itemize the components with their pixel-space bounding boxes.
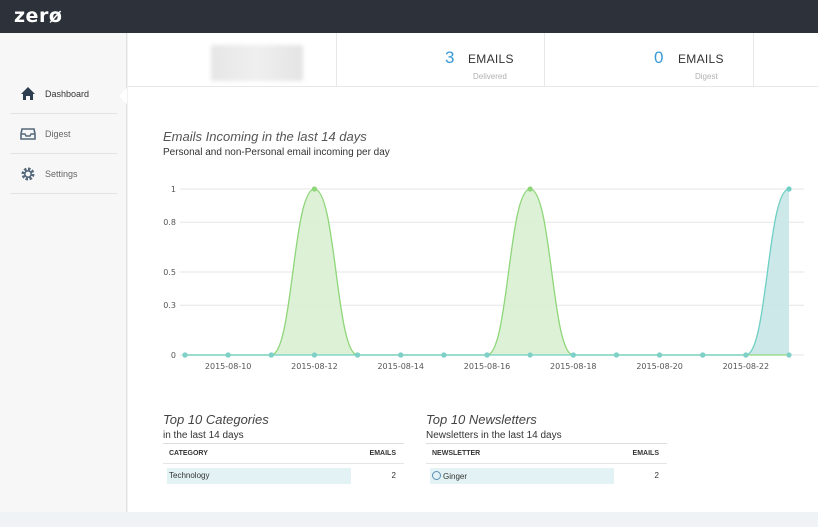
newsletter-name-cell: Ginger — [432, 471, 467, 481]
y-tick-label: 0.8 — [163, 218, 176, 227]
inbox-icon — [20, 126, 36, 142]
column-header: EMAILS — [632, 450, 659, 457]
stats-bar: 3 EMAILS Delivered 0 EMAILS Digest — [128, 33, 818, 87]
x-tick-label: 2015-08-18 — [550, 362, 597, 371]
data-point — [398, 352, 404, 358]
newsletter-count: 2 — [654, 471, 659, 480]
y-tick-label: 0.5 — [163, 268, 176, 277]
sidebar-item-settings[interactable]: Settings — [10, 154, 117, 194]
x-tick-label: 2015-08-12 — [291, 362, 338, 371]
category-count: 2 — [391, 471, 396, 480]
active-indicator — [119, 88, 127, 104]
home-icon — [20, 86, 36, 102]
table-header: NEWSLETTER EMAILS — [426, 444, 667, 464]
stat-value: 3 — [445, 48, 455, 67]
data-point — [700, 352, 706, 358]
globe-icon — [432, 471, 441, 480]
data-point — [225, 352, 231, 358]
newsletters-table: NEWSLETTER EMAILS Ginger 2 — [426, 443, 667, 488]
data-point — [743, 352, 749, 358]
sidebar-item-label: Dashboard — [45, 88, 90, 99]
data-point — [268, 352, 274, 358]
table-row[interactable]: Technology 2 — [163, 464, 404, 488]
x-tick-label: 2015-08-22 — [723, 362, 770, 371]
stat-sublabel: Delivered — [473, 72, 507, 81]
stat-digest[interactable]: 0 EMAILS Digest — [545, 33, 754, 87]
sidebar: Dashboard Digest Settings — [0, 33, 127, 512]
app-logo[interactable]: zerø — [14, 5, 62, 27]
data-point — [484, 352, 490, 358]
data-point — [182, 352, 188, 358]
sidebar-item-label: Digest — [45, 128, 71, 139]
stat-sublabel: Digest — [695, 72, 718, 81]
data-point — [527, 186, 533, 192]
gear-icon — [20, 166, 36, 182]
x-tick-label: 2015-08-16 — [464, 362, 511, 371]
data-point — [441, 352, 447, 358]
table-header: CATEGORY EMAILS — [163, 444, 404, 464]
stat-label: EMAILS — [468, 52, 514, 66]
categories-title: Top 10 Categories — [163, 412, 269, 427]
sidebar-item-dashboard[interactable]: Dashboard — [10, 74, 117, 114]
newsletters-subtitle: Newsletters in the last 14 days — [426, 430, 562, 441]
x-tick-label: 2015-08-14 — [377, 362, 424, 371]
y-tick-label: 0.3 — [163, 301, 176, 310]
x-tick-label: 2015-08-10 — [205, 362, 252, 371]
y-tick-label: 0 — [171, 351, 176, 360]
top-bar: zerø — [0, 0, 818, 33]
x-tick-label: 2015-08-20 — [636, 362, 683, 371]
categories-table: CATEGORY EMAILS Technology 2 — [163, 443, 404, 488]
stat-label: EMAILS — [678, 52, 724, 66]
stat-value: 0 — [654, 48, 664, 67]
chart-title: Emails Incoming in the last 14 days — [163, 129, 367, 144]
stat-delivered[interactable]: 3 EMAILS Delivered — [337, 33, 545, 87]
newsletter-name: Ginger — [443, 472, 468, 481]
incoming-emails-chart: 0 0.3 0.5 0.8 1 2015-08-10 2015-08-12 2015-08-1… — [163, 185, 804, 371]
data-point — [311, 186, 318, 192]
data-point — [570, 352, 576, 358]
chart-subtitle: Personal and non-Personal email incoming… — [163, 147, 390, 158]
data-point — [354, 352, 361, 358]
categories-subtitle: in the last 14 days — [163, 430, 244, 441]
column-header: CATEGORY — [169, 450, 208, 457]
account-cell — [128, 33, 337, 87]
data-point — [311, 352, 318, 358]
data-point — [786, 186, 792, 192]
data-point — [527, 352, 533, 358]
column-header: EMAILS — [369, 450, 396, 457]
blurred-account-image — [211, 45, 303, 81]
newsletters-title: Top 10 Newsletters — [426, 412, 537, 427]
main-panel: 3 EMAILS Delivered 0 EMAILS Digest Email… — [128, 33, 818, 512]
table-row[interactable]: Ginger 2 — [426, 464, 667, 488]
sidebar-item-digest[interactable]: Digest — [10, 114, 117, 154]
data-point — [656, 352, 663, 358]
category-name: Technology — [169, 471, 210, 480]
sidebar-item-label: Settings — [45, 168, 78, 179]
y-tick-label: 1 — [171, 185, 176, 194]
data-point — [786, 352, 792, 358]
column-header: NEWSLETTER — [432, 450, 481, 457]
data-point — [613, 352, 620, 358]
